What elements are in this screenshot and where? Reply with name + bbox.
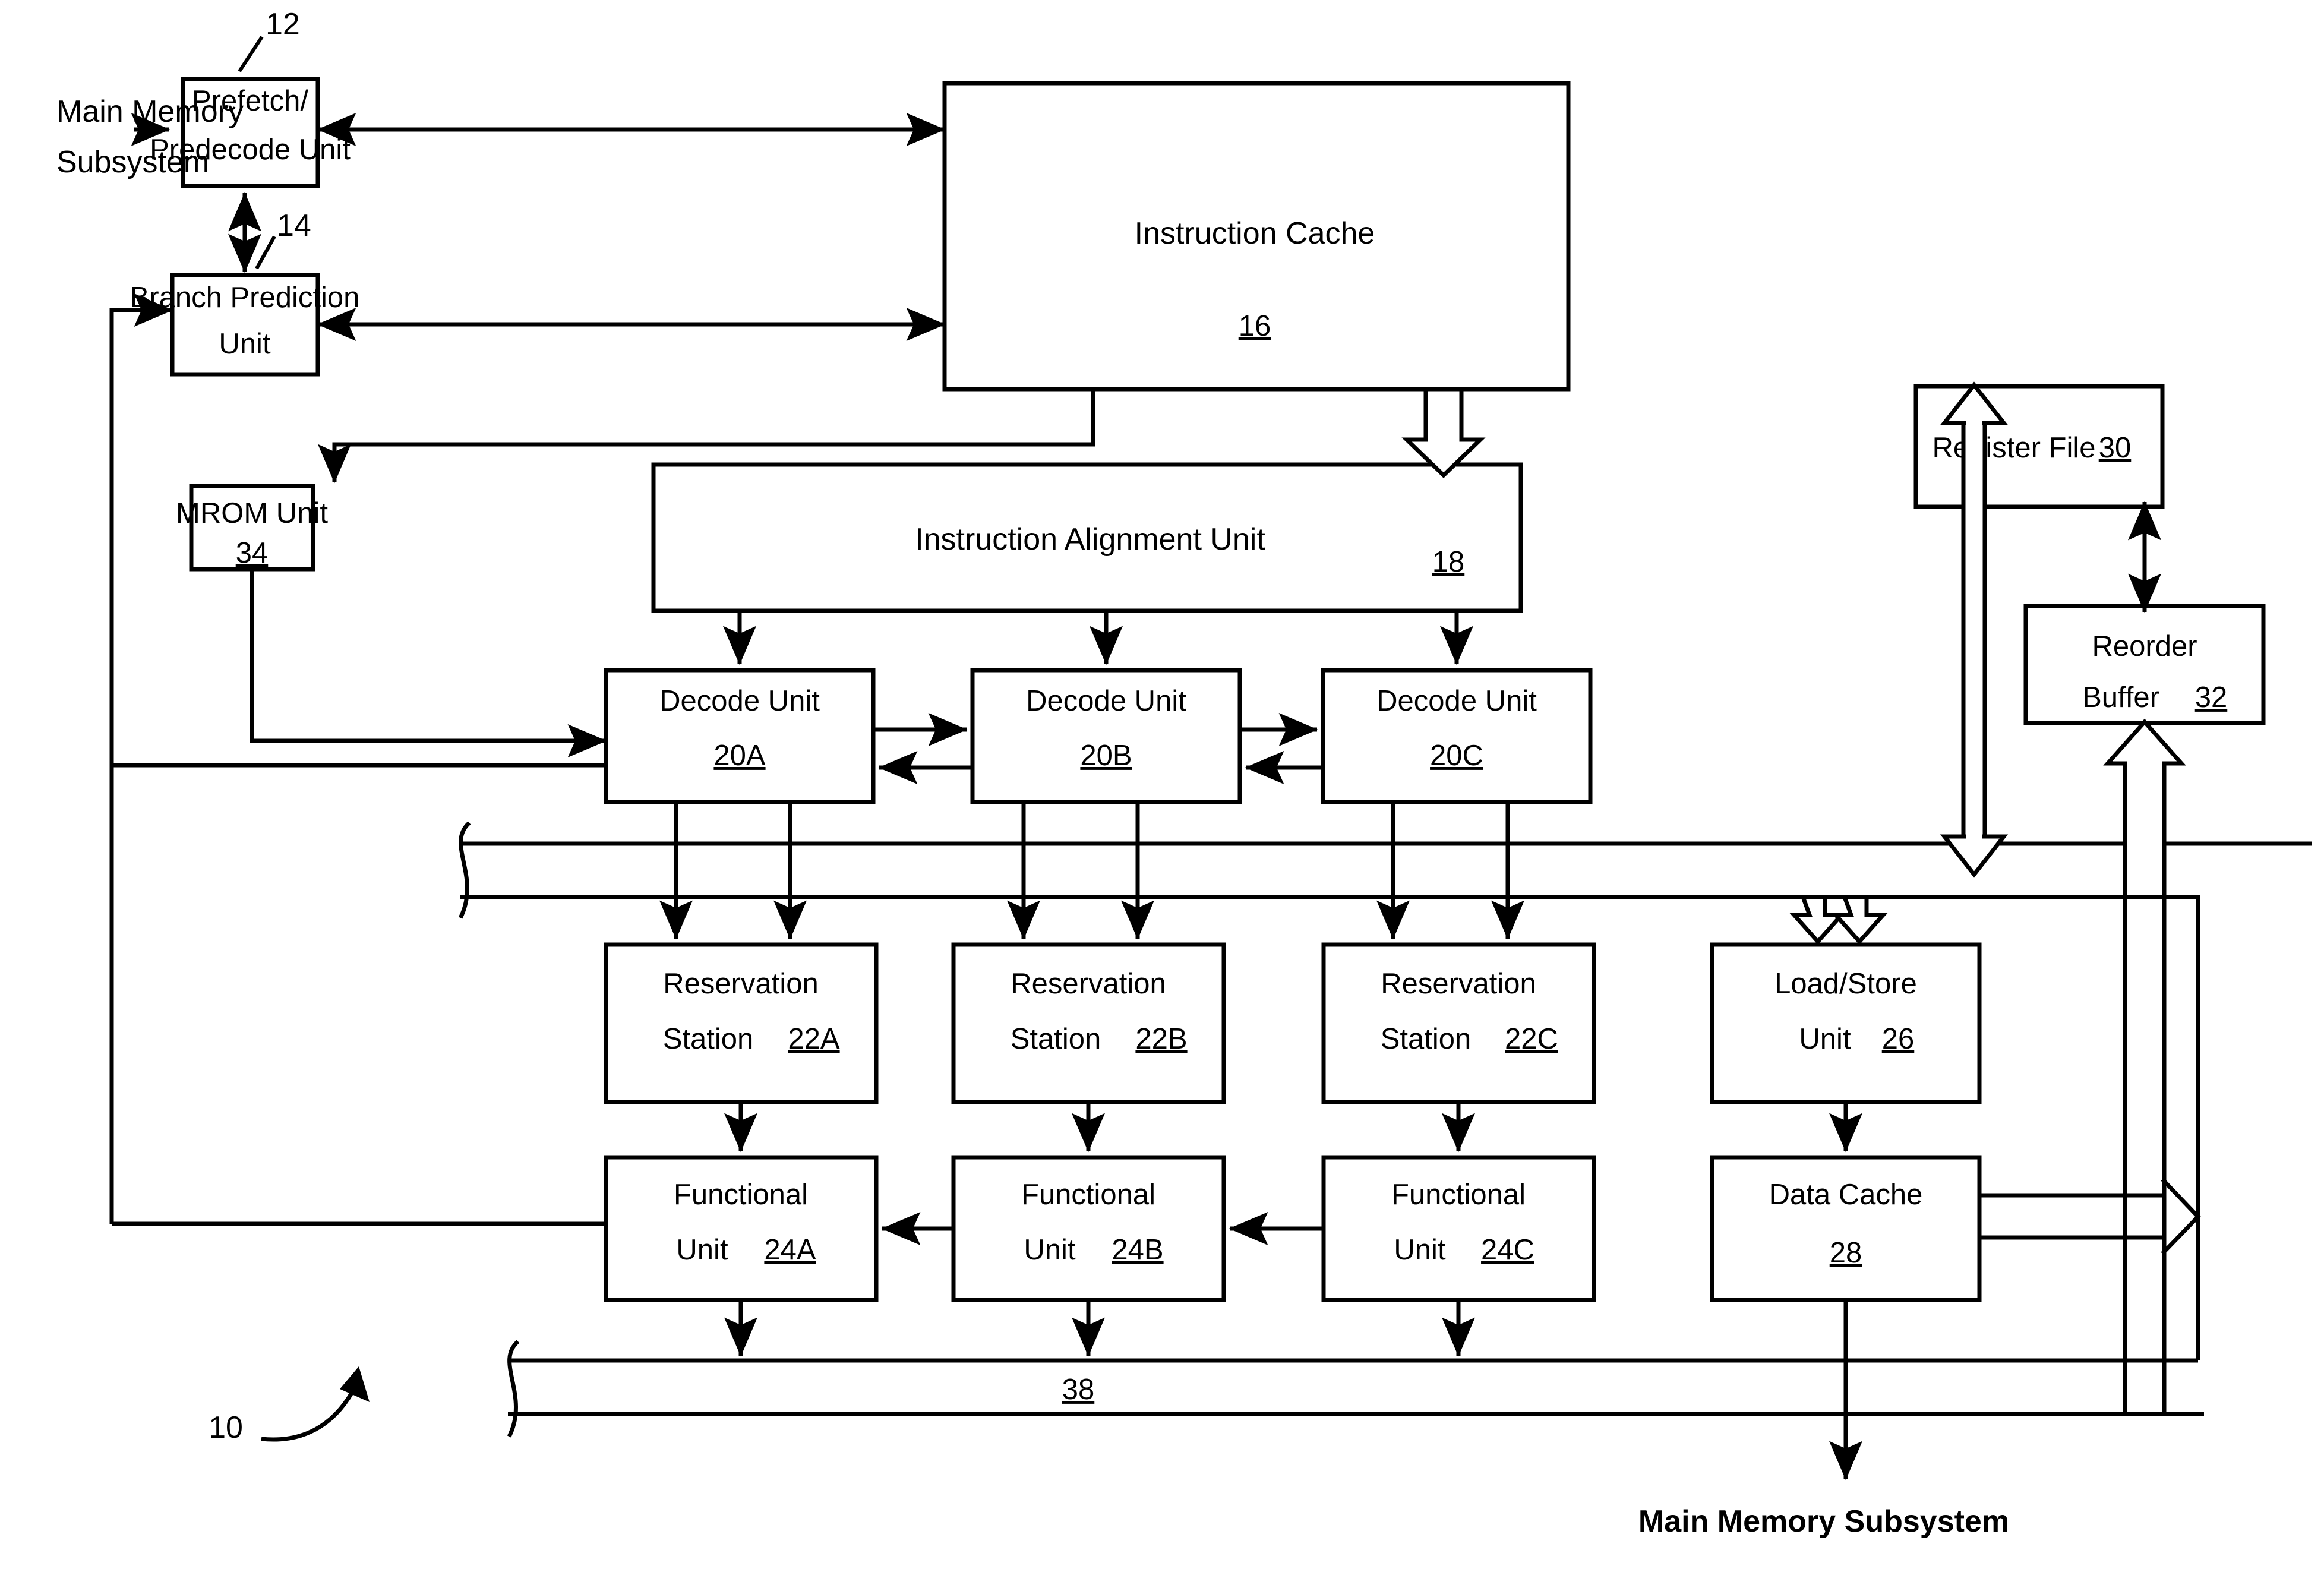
operand-bus-break-bracket bbox=[458, 821, 471, 919]
hollow-arrow-icache-to-alignment bbox=[1401, 387, 1486, 478]
mrom-label: MROM Unit bbox=[176, 497, 328, 529]
rs-a-label-line2: Station bbox=[663, 1023, 754, 1055]
reorder-buffer-label-line2: Buffer bbox=[2082, 681, 2159, 714]
lsu-label-line2: Unit bbox=[1799, 1023, 1851, 1055]
regfile-bus-arrow-down bbox=[1940, 834, 2009, 878]
fu-a-label-line1: Functional bbox=[674, 1179, 808, 1211]
fu-c-label-line2: Unit bbox=[1394, 1234, 1446, 1266]
result-bus-ref-number: 38 bbox=[1062, 1374, 1095, 1406]
block-decode-unit-20a: Decode Unit 20A bbox=[604, 668, 876, 804]
rs-c-ref: 22C bbox=[1505, 1023, 1558, 1055]
fu-a-label-line2: Unit bbox=[676, 1234, 728, 1266]
decode-a-ref: 20A bbox=[713, 740, 766, 772]
line-mrom-to-decode-a bbox=[250, 569, 588, 743]
lsu-label-line1: Load/Store bbox=[1774, 968, 1917, 1000]
result-bus-break-bracket bbox=[507, 1340, 520, 1438]
block-register-file: Register File 30 bbox=[1913, 384, 2165, 509]
figure-ref-number: 10 bbox=[209, 1410, 243, 1445]
hollow-arrow-bus-to-lsu-right bbox=[1831, 895, 1888, 945]
register-file-label: Register File bbox=[1932, 432, 2095, 464]
block-reorder-buffer: Reorder Buffer 32 bbox=[2023, 604, 2266, 725]
block-functional-unit-24a: Functional Unit 24A bbox=[604, 1155, 879, 1302]
data-cache-label: Data Cache bbox=[1769, 1179, 1923, 1211]
rs-a-ref: 22A bbox=[788, 1023, 840, 1055]
block-decode-unit-20b: Decode Unit 20B bbox=[970, 668, 1242, 804]
branch-ref-number: 14 bbox=[277, 209, 311, 243]
patent-figure-canvas: Prefetch/ Predecode Unit 12 Branch Predi… bbox=[0, 0, 2324, 1591]
top-main-memory-label-line2: Subsystem bbox=[56, 145, 209, 179]
rs-c-label-line1: Reservation bbox=[1381, 968, 1536, 1000]
decode-b-label: Decode Unit bbox=[1026, 685, 1186, 717]
fu-c-ref: 24C bbox=[1481, 1234, 1534, 1266]
data-cache-bus-arrowhead bbox=[2161, 1178, 2201, 1255]
fu-c-label-line1: Functional bbox=[1391, 1179, 1526, 1211]
fu-a-ref: 24A bbox=[764, 1234, 816, 1266]
fu-b-ref: 24B bbox=[1112, 1234, 1163, 1266]
block-decode-unit-20c: Decode Unit 20C bbox=[1321, 668, 1593, 804]
decode-c-ref: 20C bbox=[1430, 740, 1483, 772]
hollow-arrow-resultbus-to-rob bbox=[2103, 718, 2186, 1416]
hollow-arrow-resultbus-to-rob-shape bbox=[2103, 718, 2186, 1416]
lsu-ref: 26 bbox=[1882, 1023, 1915, 1055]
block-reservation-station-22a: Reservation Station 22A bbox=[604, 942, 879, 1104]
rs-a-label-line1: Reservation bbox=[663, 968, 818, 1000]
block-instruction-cache: Instruction Cache 16 bbox=[942, 81, 1571, 392]
mrom-ref: 34 bbox=[236, 537, 269, 569]
figure-ref-leader-curve bbox=[261, 1383, 359, 1442]
reorder-buffer-label-line1: Reorder bbox=[2092, 630, 2197, 662]
block-functional-unit-24c: Functional Unit 24C bbox=[1321, 1155, 1596, 1302]
decode-c-label: Decode Unit bbox=[1376, 685, 1537, 717]
line-icache-to-mrom bbox=[332, 389, 1095, 475]
block-functional-unit-24b: Functional Unit 24B bbox=[951, 1155, 1226, 1302]
block-load-store-unit: Load/Store Unit 26 bbox=[1710, 942, 1982, 1104]
rs-c-label-line2: Station bbox=[1381, 1023, 1472, 1055]
block-instruction-alignment-unit: Instruction Alignment Unit 18 bbox=[651, 462, 1523, 613]
instruction-alignment-ref: 18 bbox=[1432, 546, 1465, 578]
instruction-alignment-label: Instruction Alignment Unit bbox=[915, 522, 1265, 557]
regfile-bus-interior bbox=[1966, 419, 1982, 840]
hollow-arrow-bus-to-lsu-left bbox=[1789, 895, 1846, 945]
data-cache-ref: 28 bbox=[1830, 1237, 1862, 1269]
register-file-ref: 30 bbox=[2099, 432, 2132, 464]
instruction-cache-label: Instruction Cache bbox=[1135, 216, 1375, 251]
instruction-cache-ref: 16 bbox=[1239, 310, 1271, 342]
rs-b-label-line1: Reservation bbox=[1011, 968, 1166, 1000]
block-reservation-station-22b: Reservation Station 22B bbox=[951, 942, 1226, 1104]
decode-b-ref: 20B bbox=[1080, 740, 1132, 772]
rs-b-label-line2: Station bbox=[1011, 1023, 1101, 1055]
reorder-buffer-ref: 32 bbox=[2195, 681, 2228, 714]
prefetch-ref-number: 12 bbox=[266, 7, 300, 42]
block-data-cache: Data Cache 28 bbox=[1710, 1155, 1982, 1302]
fu-b-label-line1: Functional bbox=[1021, 1179, 1155, 1211]
branch-label-line2: Unit bbox=[219, 328, 271, 360]
block-mrom-unit: MROM Unit 34 bbox=[176, 484, 328, 572]
bottom-main-memory-label: Main Memory Subsystem bbox=[1638, 1504, 2009, 1539]
figure-ref-leader-arrowhead bbox=[340, 1366, 370, 1402]
branch-ref-leader bbox=[255, 235, 276, 270]
prefetch-ref-leader bbox=[238, 36, 264, 72]
block-reservation-station-22c: Reservation Station 22C bbox=[1321, 942, 1596, 1104]
fu-b-label-line2: Unit bbox=[1024, 1234, 1076, 1266]
rs-b-ref: 22B bbox=[1135, 1023, 1187, 1055]
top-main-memory-label-line1: Main Memory bbox=[56, 94, 244, 129]
decode-a-label: Decode Unit bbox=[659, 685, 820, 717]
